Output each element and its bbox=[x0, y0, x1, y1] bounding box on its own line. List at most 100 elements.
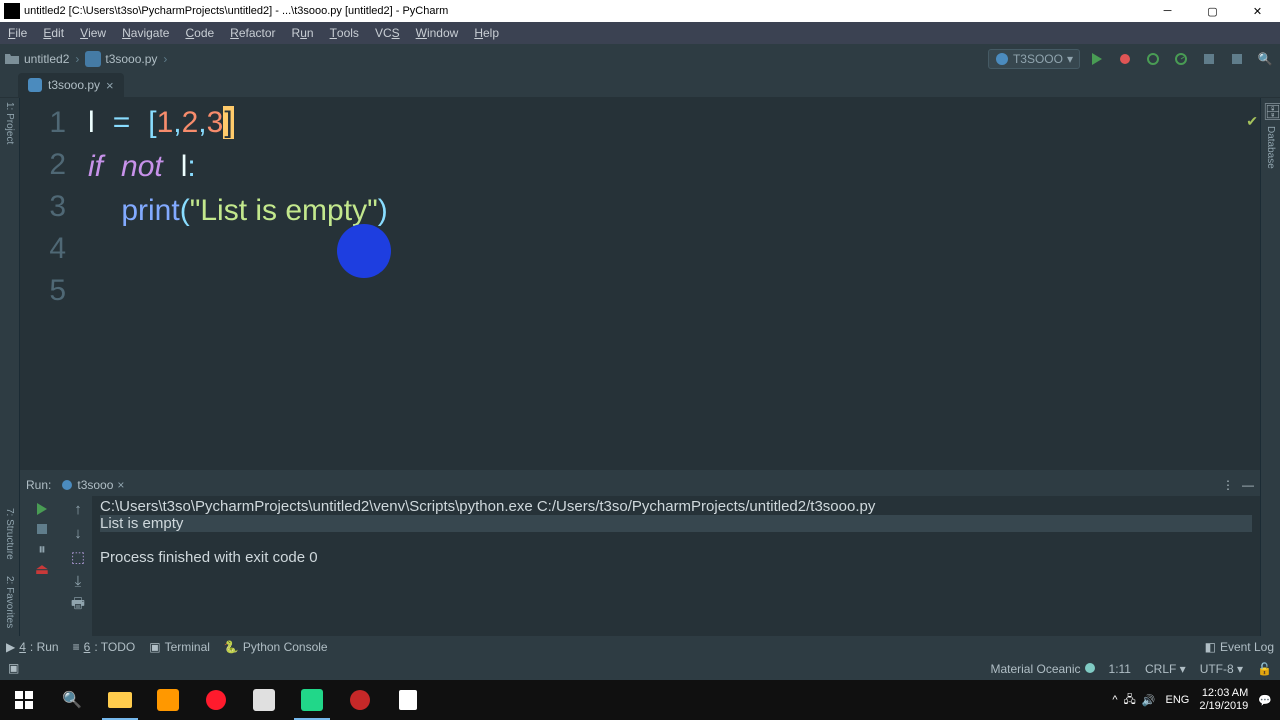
favorites-tool-button[interactable]: 2: Favorites bbox=[4, 576, 15, 628]
run-config-selector[interactable]: T3SOOO ▾ bbox=[988, 49, 1080, 69]
folder-icon bbox=[4, 51, 20, 67]
tray-volume-icon[interactable]: 🔊 bbox=[1142, 694, 1156, 707]
code-editor[interactable]: 1 2 3 4 5 l = [1,2,3] if not l: print("L… bbox=[20, 98, 1260, 470]
run-panel-header: Run: t3sooo × ⋮ — bbox=[20, 474, 1260, 496]
breadcrumb-project[interactable]: untitled2 bbox=[24, 52, 69, 66]
python-console-tab-button[interactable]: 🐍 Python Console bbox=[224, 640, 328, 654]
system-tray[interactable]: ^ 🖧 🔊 bbox=[1112, 691, 1155, 710]
terminal-tab-button[interactable]: ▣ Terminal bbox=[149, 640, 210, 654]
project-tool-button[interactable]: 1: Project bbox=[4, 102, 15, 144]
run-config-name: T3SOOO bbox=[1013, 52, 1063, 66]
run-output[interactable]: C:\Users\t3so\PycharmProjects\untitled2\… bbox=[92, 496, 1260, 636]
taskbar-notepad[interactable] bbox=[384, 680, 432, 720]
run-settings-icon[interactable]: ⋮ bbox=[1222, 478, 1234, 492]
stop-run-button[interactable] bbox=[33, 520, 51, 538]
exit-button[interactable]: ⏏ bbox=[33, 560, 51, 578]
search-button[interactable]: 🔍 bbox=[48, 680, 96, 720]
chevron-right-icon: › bbox=[75, 52, 79, 66]
scroll-button[interactable]: ⤓ bbox=[69, 572, 87, 590]
run-action-gutter: ⏸ ⏏ bbox=[20, 496, 64, 636]
background-tasks-icon[interactable]: ▣ bbox=[8, 661, 24, 677]
menu-bar: File Edit View Navigate Code Refactor Ru… bbox=[0, 22, 1280, 44]
python-file-icon bbox=[28, 78, 42, 92]
menu-view[interactable]: View bbox=[72, 22, 114, 44]
coverage-button[interactable] bbox=[1142, 48, 1164, 70]
tray-network-icon[interactable]: 🖧 bbox=[1124, 691, 1136, 710]
status-bar: ▣ Material Oceanic 1:11 CRLF ▾ UTF-8 ▾ 🔓 bbox=[0, 658, 1280, 680]
debug-button[interactable] bbox=[1114, 48, 1136, 70]
structure-tool-button[interactable]: 7: Structure bbox=[4, 508, 15, 560]
maximize-button[interactable]: ▢ bbox=[1190, 0, 1235, 22]
menu-tools[interactable]: Tools bbox=[322, 22, 367, 44]
todo-tab-button[interactable]: ≡ 6: TODO bbox=[73, 640, 136, 654]
menu-vcs[interactable]: VCS bbox=[367, 22, 408, 44]
menu-code[interactable]: Code bbox=[177, 22, 222, 44]
profile-button[interactable] bbox=[1170, 48, 1192, 70]
editor-tab-bar: t3sooo.py × bbox=[0, 74, 1280, 98]
down-button[interactable]: ↓ bbox=[69, 524, 87, 542]
run-output-line: List is empty bbox=[100, 515, 1252, 532]
window-controls: ─ ▢ ✕ bbox=[1145, 0, 1280, 22]
window-titlebar: untitled2 [C:\Users\t3so\PycharmProjects… bbox=[0, 0, 1280, 22]
chevron-down-icon: ▾ bbox=[1067, 52, 1073, 66]
database-tool-icon[interactable]: 🗄 bbox=[1263, 102, 1279, 118]
window-title: untitled2 [C:\Users\t3so\PycharmProjects… bbox=[24, 5, 1145, 17]
menu-file[interactable]: File bbox=[0, 22, 35, 44]
run-panel-label: Run: bbox=[26, 478, 51, 492]
rerun-button[interactable] bbox=[33, 500, 51, 518]
pause-button[interactable]: ⏸ bbox=[33, 540, 51, 558]
theme-indicator[interactable]: Material Oceanic bbox=[990, 662, 1094, 676]
line-separator[interactable]: CRLF ▾ bbox=[1145, 662, 1186, 676]
readonly-lock-icon[interactable]: 🔓 bbox=[1257, 662, 1272, 676]
menu-refactor[interactable]: Refactor bbox=[222, 22, 283, 44]
navigation-bar: untitled2 › t3sooo.py › T3SOOO ▾ 🔍 bbox=[0, 44, 1280, 74]
main-area: 1: Project 7: Structure 2: Favorites 1 2… bbox=[0, 98, 1280, 636]
menu-edit[interactable]: Edit bbox=[35, 22, 72, 44]
print-button[interactable]: 🖶 bbox=[69, 596, 87, 614]
start-button[interactable] bbox=[0, 680, 48, 720]
taskbar-app1[interactable] bbox=[240, 680, 288, 720]
chevron-right-icon: › bbox=[163, 52, 167, 66]
close-run-tab-icon[interactable]: × bbox=[117, 478, 124, 492]
left-tool-rail: 1: Project 7: Structure 2: Favorites bbox=[0, 98, 20, 636]
menu-help[interactable]: Help bbox=[466, 22, 507, 44]
windows-taskbar: 🔍 ^ 🖧 🔊 ENG 12:03 AM 2/19/2019 💬 bbox=[0, 680, 1280, 720]
taskbar-pycharm[interactable] bbox=[288, 680, 336, 720]
search-icon[interactable]: 🔍 bbox=[1254, 48, 1276, 70]
up-button[interactable]: ↑ bbox=[69, 500, 87, 518]
tray-clock[interactable]: 12:03 AM 2/19/2019 bbox=[1199, 687, 1248, 713]
menu-window[interactable]: Window bbox=[408, 22, 467, 44]
taskbar-opera[interactable] bbox=[192, 680, 240, 720]
menu-run[interactable]: Run bbox=[284, 22, 322, 44]
update-button[interactable] bbox=[1226, 48, 1248, 70]
menu-navigate[interactable]: Navigate bbox=[114, 22, 177, 44]
run-tab[interactable]: t3sooo × bbox=[61, 478, 124, 492]
tray-chevron-icon[interactable]: ^ bbox=[1112, 694, 1117, 706]
run-tab-button[interactable]: ▶ 4: Run bbox=[6, 640, 59, 654]
taskbar-sublime[interactable] bbox=[144, 680, 192, 720]
close-button[interactable]: ✕ bbox=[1235, 0, 1280, 22]
minimize-button[interactable]: ─ bbox=[1145, 0, 1190, 22]
inspection-ok-icon: ✔ bbox=[1246, 100, 1258, 142]
soft-wrap-button[interactable]: ⬚ bbox=[69, 548, 87, 566]
stop-button[interactable] bbox=[1198, 48, 1220, 70]
taskbar-explorer[interactable] bbox=[96, 680, 144, 720]
close-tab-icon[interactable]: × bbox=[106, 78, 114, 93]
event-log-button[interactable]: ◧ Event Log bbox=[1205, 640, 1274, 654]
code-content[interactable]: l = [1,2,3] if not l: print("List is emp… bbox=[76, 98, 1260, 470]
caret-position[interactable]: 1:11 bbox=[1109, 662, 1131, 676]
database-tool-button[interactable]: Database bbox=[1265, 126, 1276, 169]
notifications-icon[interactable]: 💬 bbox=[1258, 694, 1272, 707]
tray-language[interactable]: ENG bbox=[1166, 694, 1190, 706]
breadcrumb-file[interactable]: t3sooo.py bbox=[105, 52, 157, 66]
bottom-tool-tabs: ▶ 4: Run ≡ 6: TODO ▣ Terminal 🐍 Python C… bbox=[0, 636, 1280, 658]
run-button[interactable] bbox=[1086, 48, 1108, 70]
right-tool-rail: 🗄 Database bbox=[1260, 98, 1280, 636]
file-encoding[interactable]: UTF-8 ▾ bbox=[1200, 662, 1243, 676]
run-command-line: C:\Users\t3so\PycharmProjects\untitled2\… bbox=[100, 498, 1252, 515]
line-number-gutter: 1 2 3 4 5 bbox=[20, 98, 76, 470]
taskbar-record[interactable] bbox=[336, 680, 384, 720]
run-exit-line: Process finished with exit code 0 bbox=[100, 549, 1252, 566]
hide-panel-icon[interactable]: — bbox=[1242, 478, 1254, 492]
editor-tab[interactable]: t3sooo.py × bbox=[18, 73, 124, 97]
